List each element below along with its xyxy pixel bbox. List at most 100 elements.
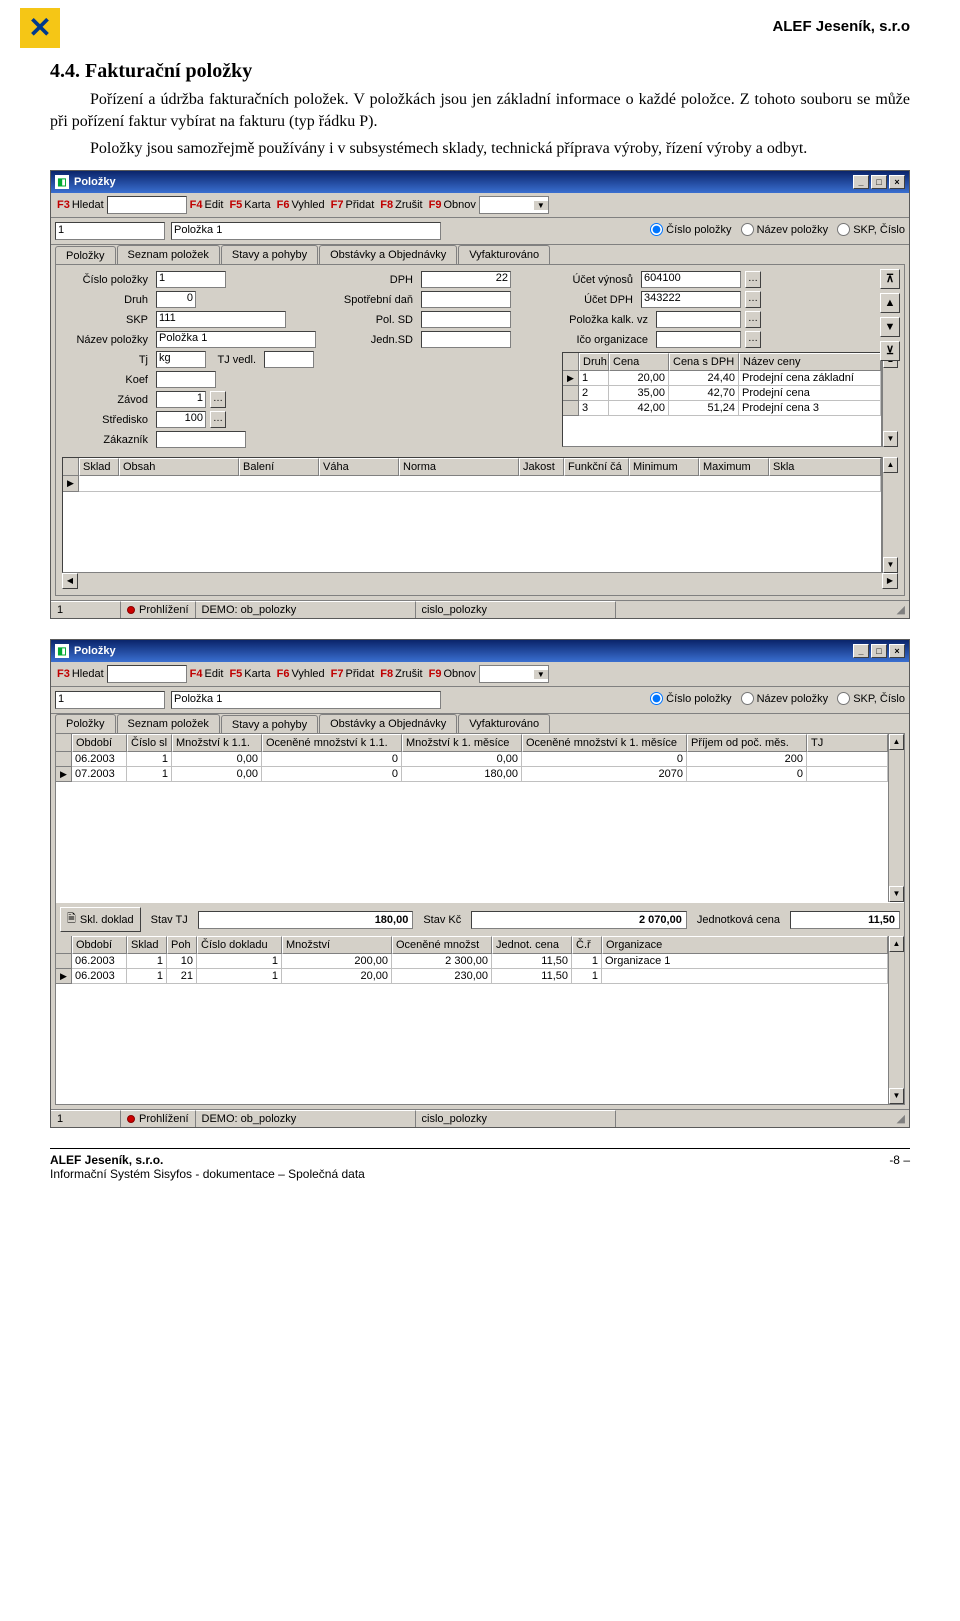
col-mnoz1m[interactable]: Množství k 1. měsíce	[402, 734, 522, 752]
nav-last-button[interactable]: ⊻	[880, 341, 900, 361]
col-oc-mnozstvi[interactable]: Oceněné množst	[392, 936, 492, 954]
toolbar-obnov[interactable]: F9Obnov	[426, 198, 479, 212]
input-tjvedl[interactable]	[264, 351, 314, 368]
input-jednsd[interactable]	[421, 331, 511, 348]
nav-first-button[interactable]: ⊼	[880, 269, 900, 289]
col-prijem[interactable]: Příjem od poč. měs.	[687, 734, 807, 752]
price-grid-vscroll[interactable]: ▲ ▼	[882, 352, 898, 447]
maximize-button[interactable]: □	[871, 175, 887, 189]
detail-bottom-grid[interactable]: Sklad Obsah Balení Váha Norma Jakost Fun…	[62, 457, 882, 573]
pohyby-row[interactable]: ▶ 06.2003 1 21 1 20,00 230,00 11,50 1	[56, 969, 888, 984]
input-skp[interactable]: 111	[156, 311, 286, 328]
lookup-zavod-button[interactable]: …	[210, 391, 226, 408]
toolbar-zrusit[interactable]: F8Zrušit	[377, 667, 425, 681]
input-nazev[interactable]: Položka 1	[156, 331, 316, 348]
input-ico[interactable]	[656, 331, 741, 348]
close-button[interactable]: ×	[889, 644, 905, 658]
col-druh[interactable]: Druh	[579, 353, 609, 371]
tab-stavy[interactable]: Stavy a pohyby	[221, 715, 318, 734]
toolbar-hledat[interactable]: F3 Hledat	[54, 198, 107, 212]
tab-polozky[interactable]: Položky	[55, 714, 116, 733]
toolbar-edit[interactable]: F4Edit	[187, 198, 227, 212]
input-dph[interactable]: 22	[421, 271, 511, 288]
col-sklad[interactable]: Sklad	[127, 936, 167, 954]
scroll-right-icon[interactable]: ▶	[882, 573, 898, 589]
toolbar-karta[interactable]: F5Karta	[226, 198, 273, 212]
input-kalkvz[interactable]	[656, 311, 741, 328]
stavy-top-grid[interactable]: Období Číslo sl Množství k 1.1. Oceněné …	[56, 734, 888, 902]
pohyby-grid[interactable]: Období Sklad Poh Číslo dokladu Množství …	[56, 936, 888, 1104]
col-jedn-cena[interactable]: Jednot. cena	[492, 936, 572, 954]
stavy-top-vscroll[interactable]: ▲▼	[888, 734, 904, 902]
col-mnozstvi[interactable]: Množství	[282, 936, 392, 954]
scroll-down-icon[interactable]: ▼	[889, 1088, 904, 1104]
tab-seznam[interactable]: Seznam položek	[117, 714, 220, 733]
scroll-up-icon[interactable]: ▲	[883, 457, 898, 473]
col-jakost[interactable]: Jakost	[519, 458, 564, 476]
resize-grip-icon[interactable]: ◢	[893, 1110, 909, 1127]
maximize-button[interactable]: □	[871, 644, 887, 658]
col-funkcni-cast[interactable]: Funkční čá	[564, 458, 629, 476]
col-nazev-ceny[interactable]: Název ceny	[739, 353, 881, 371]
tab-obstavky[interactable]: Obstávky a Objednávky	[319, 245, 457, 264]
nav-prev-button[interactable]: ▲	[880, 293, 900, 313]
col-cislo-dokladu[interactable]: Číslo dokladu	[197, 936, 282, 954]
col-maximum[interactable]: Maximum	[699, 458, 769, 476]
col-ocmnoz11[interactable]: Oceněné množství k 1.1.	[262, 734, 402, 752]
filter-id-input[interactable]: 1	[55, 222, 165, 240]
tab-vyfakturovano[interactable]: Vyfakturováno	[458, 714, 550, 733]
input-druh[interactable]: 0	[156, 291, 196, 308]
col-cislo-sl[interactable]: Číslo sl	[127, 734, 172, 752]
lookup-stredisko-button[interactable]: …	[210, 411, 226, 428]
scroll-down-icon[interactable]: ▼	[889, 886, 904, 902]
toolbar-dropdown[interactable]: ▼	[479, 665, 549, 683]
tab-polozky[interactable]: Položky	[55, 246, 116, 265]
col-obdobi[interactable]: Období	[72, 734, 127, 752]
radio-cislo-polozky[interactable]: Číslo položky	[650, 223, 731, 236]
tab-obstavky[interactable]: Obstávky a Objednávky	[319, 714, 457, 733]
input-stredisko[interactable]: 100	[156, 411, 206, 428]
input-koef[interactable]	[156, 371, 216, 388]
filter-name-input[interactable]: Položka 1	[171, 222, 441, 240]
col-sklad[interactable]: Sklad	[79, 458, 119, 476]
lookup-kalkvz-button[interactable]: …	[745, 311, 761, 328]
stavy-row[interactable]: 06.2003 1 0,00 0 0,00 0 200	[56, 752, 888, 767]
scroll-up-icon[interactable]: ▲	[889, 936, 904, 952]
col-mnoz11[interactable]: Množství k 1.1.	[172, 734, 262, 752]
titlebar[interactable]: ◧ Položky _ □ ×	[51, 640, 909, 662]
col-ocmnoz1m[interactable]: Oceněné množství k 1. měsíce	[522, 734, 687, 752]
col-obdobi[interactable]: Období	[72, 936, 127, 954]
col-organizace[interactable]: Organizace	[602, 936, 888, 954]
price-row[interactable]: 2 35,00 42,70 Prodejní cena	[563, 386, 881, 401]
minimize-button[interactable]: _	[853, 644, 869, 658]
lookup-ucet-vyn-button[interactable]: …	[745, 271, 761, 288]
input-spotrdan[interactable]	[421, 291, 511, 308]
filter-name-input[interactable]: Položka 1	[171, 691, 441, 709]
input-ucet-vyn[interactable]: 604100	[641, 271, 741, 288]
input-zakaznik[interactable]	[156, 431, 246, 448]
col-baleni[interactable]: Balení	[239, 458, 319, 476]
col-vaha[interactable]: Váha	[319, 458, 399, 476]
col-skla[interactable]: Skla	[769, 458, 881, 476]
search-input[interactable]	[107, 665, 187, 683]
col-norma[interactable]: Norma	[399, 458, 519, 476]
minimize-button[interactable]: _	[853, 175, 869, 189]
toolbar-vyhled[interactable]: F6Vyhled	[274, 198, 328, 212]
bottom-grid-hscroll[interactable]: ◀ ▶	[62, 573, 898, 589]
toolbar-obnov[interactable]: F9Obnov	[426, 667, 479, 681]
col-cena[interactable]: Cena	[609, 353, 669, 371]
input-polsd[interactable]	[421, 311, 511, 328]
input-ucet-dph[interactable]: 343222	[641, 291, 741, 308]
input-zavod[interactable]: 1	[156, 391, 206, 408]
radio-skp-cislo[interactable]: SKP, Číslo	[837, 223, 905, 236]
skl-doklad-button[interactable]: 🗎Skl. doklad	[60, 907, 141, 932]
tab-vyfakturovano[interactable]: Vyfakturováno	[458, 245, 550, 264]
col-tj[interactable]: TJ	[807, 734, 888, 752]
stavy-row[interactable]: ▶ 07.2003 1 0,00 0 180,00 2070 0	[56, 767, 888, 782]
toolbar-pridat[interactable]: F7Přidat	[328, 667, 378, 681]
price-grid[interactable]: Druh Cena Cena s DPH Název ceny ▶ 1 20,0…	[562, 352, 882, 447]
bottom-grid-vscroll[interactable]: ▲ ▼	[882, 457, 898, 573]
titlebar[interactable]: ◧ Položky _ □ ×	[51, 171, 909, 193]
close-button[interactable]: ×	[889, 175, 905, 189]
scroll-down-icon[interactable]: ▼	[883, 557, 898, 573]
